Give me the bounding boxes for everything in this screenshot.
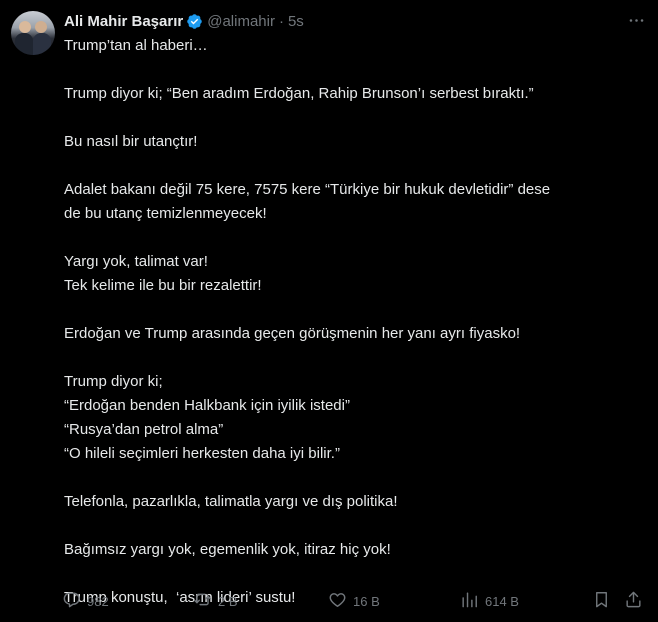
tweet-line	[64, 514, 644, 538]
tweet-line	[64, 298, 644, 322]
tweet-line	[64, 226, 644, 250]
views-button[interactable]: 614 B	[460, 589, 519, 613]
reply-count: 982	[87, 593, 109, 609]
more-icon[interactable]	[626, 10, 646, 30]
tweet-line: “Rusya’dan petrol alma”	[64, 421, 224, 438]
verified-badge-icon	[186, 13, 203, 30]
author-name[interactable]: Ali Mahir Başarır	[64, 13, 183, 30]
tweet-line: Erdoğan ve Trump arasında geçen görüşmen…	[64, 325, 521, 342]
reply-button[interactable]: 982	[62, 589, 109, 613]
tweet-line	[64, 106, 644, 130]
tweet-line: Bu nasıl bir utançtır!	[64, 133, 198, 150]
bookmark-button[interactable]	[592, 589, 611, 613]
views-count: 614 B	[485, 593, 519, 609]
bookmark-icon	[592, 590, 611, 612]
tweet-line: Tek kelime ile bu bir rezalettir!	[64, 277, 262, 294]
tweet-line: Trump’tan al haberi…	[64, 37, 208, 54]
tweet-line: Adalet bakanı değil 75 kere, 7575 kere “…	[64, 181, 551, 198]
share-button[interactable]	[624, 589, 643, 613]
separator-dot: ·	[278, 12, 284, 30]
tweet-line: “Erdoğan benden Halkbank için iyilik ist…	[64, 397, 350, 414]
tweet[interactable]: Ali Mahir Başarır @alimahir · 5s Trump’t…	[0, 0, 658, 622]
views-icon	[460, 590, 479, 612]
timestamp[interactable]: 5s	[288, 13, 304, 30]
author-handle[interactable]: @alimahir	[207, 13, 275, 30]
tweet-line	[64, 154, 644, 178]
action-bar: 982 2 B 16 B 614 B	[62, 589, 646, 613]
tweet-text: Trump’tan al haberi… Trump diyor ki; “Be…	[64, 34, 644, 610]
tweet-line: Yargı yok, talimat var!	[64, 253, 208, 270]
avatar[interactable]	[11, 11, 55, 55]
tweet-header: Ali Mahir Başarır @alimahir · 5s	[64, 11, 304, 31]
tweet-line: “O hileli seçimleri herkesten daha iyi b…	[64, 445, 340, 462]
reply-icon	[62, 590, 81, 612]
tweet-line: Trump diyor ki; “Ben aradım Erdoğan, Rah…	[64, 85, 534, 102]
tweet-line	[64, 58, 644, 82]
tweet-line: Telefonla, pazarlıkla, talimatla yargı v…	[64, 493, 398, 510]
heart-icon	[328, 590, 347, 612]
like-button[interactable]: 16 B	[328, 589, 380, 613]
tweet-line: Bağımsız yargı yok, egemenlik yok, itira…	[64, 541, 391, 558]
tweet-line	[64, 562, 644, 586]
share-icon	[624, 590, 643, 612]
repost-icon	[193, 590, 212, 612]
repost-count: 2 B	[218, 593, 238, 609]
tweet-line: Trump diyor ki;	[64, 373, 163, 390]
repost-button[interactable]: 2 B	[193, 589, 238, 613]
tweet-line	[64, 346, 644, 370]
like-count: 16 B	[353, 593, 380, 609]
tweet-line	[64, 466, 644, 490]
tweet-line: de bu utanç temizlenmeyecek!	[64, 205, 267, 222]
